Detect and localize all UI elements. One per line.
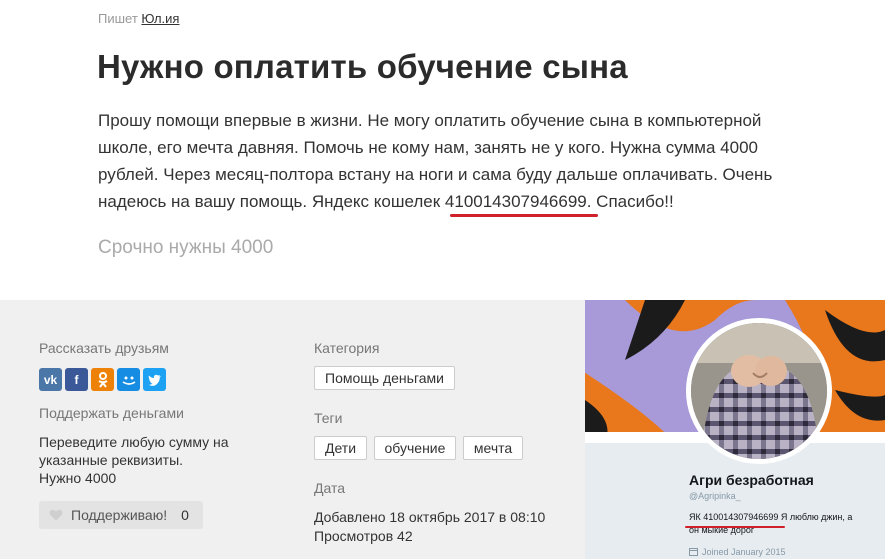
share-column: Рассказать друзьям vk f Поддержать деньг… — [39, 340, 269, 529]
post-section: Пишет Юл.ия Нужно оплатить обучение сына… — [0, 0, 885, 300]
twitter-icon[interactable] — [143, 368, 166, 391]
tags-label: Теги — [314, 410, 343, 426]
profile-screenshot: Агри безработная @Agripinka_ ЯК 41001430… — [585, 300, 885, 559]
profile-bio: ЯК 410014307946699 Я люблю джин, а он мы… — [689, 511, 879, 537]
money-instructions: Переведите любую сумму на указанные рекв… — [39, 433, 269, 487]
profile-joined: Joined January 2015 — [689, 547, 786, 557]
joined-date: Joined January 2015 — [702, 547, 786, 557]
page-title: Нужно оплатить обучение сына — [97, 48, 628, 85]
profile-bio-line1: ЯК 410014307946699 Я люблю джин, а — [689, 512, 853, 522]
date-label: Дата — [314, 480, 346, 496]
money-text-2: указанные реквизиты. — [39, 452, 184, 468]
author-link[interactable]: Юл.ия — [141, 11, 179, 26]
moimir-icon[interactable] — [117, 368, 140, 391]
support-count: 0 — [181, 507, 189, 523]
calendar-icon — [689, 548, 698, 556]
post-footer: Рассказать друзьям vk f Поддержать деньг… — [0, 300, 585, 559]
tag-item[interactable]: обучение — [373, 436, 457, 460]
support-button[interactable]: Поддерживаю! 0 — [39, 501, 203, 529]
meta-column: Категория Помощь деньгами Теги Дети обуч… — [314, 340, 574, 546]
author-line: Пишет Юл.ия — [98, 11, 179, 26]
share-label: Рассказать друзьям — [39, 340, 169, 356]
post-subtitle: Срочно нужны 4000 — [98, 237, 274, 258]
social-buttons: vk f — [39, 368, 269, 391]
tags-row: Дети обучение мечта — [314, 436, 574, 460]
post-body: Прошу помощи впервые в жизни. Не могу оп… — [98, 107, 798, 215]
red-underline-annotation — [685, 526, 785, 528]
tag-item[interactable]: мечта — [462, 436, 524, 460]
post-body-ending: . Спасибо!! — [586, 192, 674, 211]
category-tag[interactable]: Помощь деньгами — [314, 366, 455, 390]
author-prefix: Пишет — [98, 11, 138, 26]
money-label: Поддержать деньгами — [39, 405, 184, 421]
tag-item[interactable]: Дети — [314, 436, 368, 460]
facebook-icon[interactable]: f — [65, 368, 88, 391]
profile-handle: @Agripinka_ — [689, 491, 741, 501]
view-count: Просмотров 42 — [314, 528, 413, 544]
odnoklassniki-icon[interactable] — [91, 368, 114, 391]
money-text-1: Переведите любую сумму на — [39, 434, 229, 450]
money-text-3: Нужно 4000 — [39, 470, 117, 486]
category-label: Категория — [314, 340, 380, 356]
profile-name: Агри безработная — [689, 472, 814, 488]
support-button-label: Поддерживаю! — [71, 507, 168, 523]
date-info: Добавлено 18 октябрь 2017 в 08:10 Просмо… — [314, 508, 574, 546]
avatar — [686, 318, 832, 464]
vk-icon[interactable]: vk — [39, 368, 62, 391]
wallet-number: 410014307946699 — [444, 192, 587, 211]
category-row: Помощь деньгами — [314, 366, 574, 390]
date-added: Добавлено 18 октябрь 2017 в 08:10 — [314, 509, 546, 525]
profile-card — [585, 443, 885, 559]
heart-icon — [49, 509, 63, 521]
red-underline-annotation — [450, 214, 598, 217]
